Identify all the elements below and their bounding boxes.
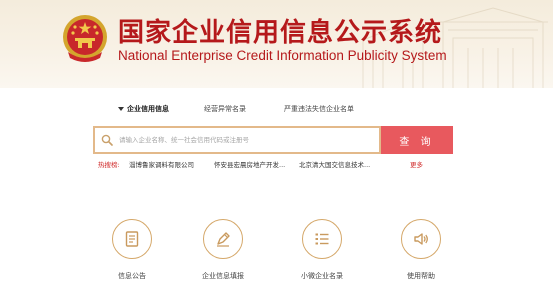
hot-search-more-link[interactable]: 更多 [410, 159, 423, 169]
document-icon [125, 231, 139, 247]
national-emblem-icon [63, 15, 107, 62]
feature-label: 信息公告 [118, 272, 146, 280]
hot-search-link[interactable]: 北京清大国交信息技术... [299, 159, 370, 169]
tab-serious-violation-list[interactable]: 严重违法失信企业名单 [284, 104, 354, 114]
feature-enterprise-info-report[interactable]: 企业信息填报 [183, 219, 263, 283]
list-icon [315, 233, 329, 245]
hot-search-link[interactable]: 怀安县宏晨房地产开发... [214, 159, 285, 169]
feature-icon-circle [401, 219, 441, 259]
site-header: 国家企业信用信息公示系统 National Enterprise Credit … [0, 0, 553, 88]
feature-small-micro-directory[interactable]: 小微企业名录 [282, 219, 362, 283]
speaker-icon [414, 233, 428, 245]
feature-usage-help[interactable]: 使用帮助 [381, 219, 461, 283]
feature-icon-circle [112, 219, 152, 259]
tab-abnormal-operation-list[interactable]: 经营异常名录 [204, 104, 246, 114]
search-input[interactable] [119, 132, 373, 148]
feature-info-announcement[interactable]: 信息公告 [92, 219, 172, 283]
pen-icon [217, 232, 230, 247]
hot-search-link[interactable]: 淄博鲁家调料有限公司 [129, 159, 194, 169]
feature-label: 小微企业名录 [301, 272, 343, 280]
feature-label: 使用帮助 [407, 272, 435, 280]
search-tabs: 企业信用信息 经营异常名录 严重违法失信企业名单 [110, 104, 450, 118]
hot-search-label: 热搜榜: [98, 161, 120, 169]
site-title-en: National Enterprise Credit Information P… [118, 48, 447, 63]
search-box [93, 126, 381, 154]
feature-icon-circle [203, 219, 243, 259]
tab-enterprise-credit-info[interactable]: 企业信用信息 [127, 104, 169, 114]
search-button[interactable]: 查 询 [381, 126, 453, 154]
feature-label: 企业信息填报 [202, 272, 244, 280]
site-title-cn: 国家企业信用信息公示系统 [118, 18, 443, 48]
search-icon [101, 134, 113, 146]
feature-icon-circle [302, 219, 342, 259]
